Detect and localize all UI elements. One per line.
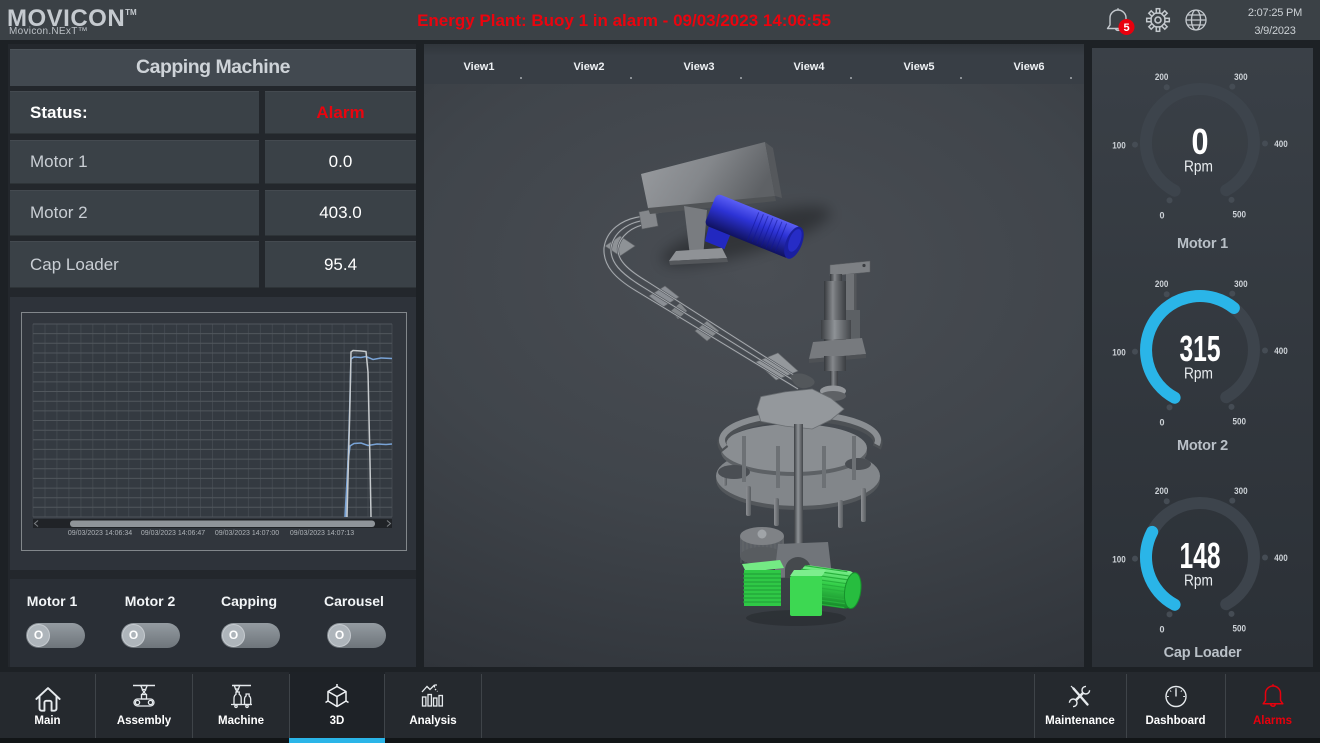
svg-text:0: 0 — [1159, 418, 1164, 428]
svg-text:Rpm: Rpm — [1184, 573, 1213, 590]
svg-text:100: 100 — [1112, 348, 1126, 358]
svg-text:200: 200 — [1155, 72, 1169, 82]
svg-text:315: 315 — [1180, 328, 1221, 369]
svg-text:100: 100 — [1112, 555, 1126, 565]
svg-text:Rpm: Rpm — [1184, 159, 1213, 176]
svg-text:0: 0 — [1159, 625, 1164, 635]
svg-text:500: 500 — [1233, 623, 1247, 633]
svg-text:500: 500 — [1233, 209, 1247, 219]
svg-text:0: 0 — [1192, 121, 1209, 162]
svg-text:400: 400 — [1274, 553, 1288, 563]
svg-text:400: 400 — [1274, 346, 1288, 356]
svg-text:Rpm: Rpm — [1184, 366, 1213, 383]
svg-text:300: 300 — [1234, 72, 1248, 82]
svg-text:200: 200 — [1155, 486, 1169, 496]
svg-text:500: 500 — [1233, 416, 1247, 426]
svg-text:5: 5 — [1123, 22, 1129, 34]
svg-text:300: 300 — [1234, 486, 1248, 496]
svg-text:100: 100 — [1112, 141, 1126, 151]
svg-text:300: 300 — [1234, 279, 1248, 289]
svg-text:0: 0 — [1159, 211, 1164, 221]
svg-text:400: 400 — [1274, 139, 1288, 149]
svg-text:148: 148 — [1180, 535, 1221, 576]
svg-text:200: 200 — [1155, 279, 1169, 289]
